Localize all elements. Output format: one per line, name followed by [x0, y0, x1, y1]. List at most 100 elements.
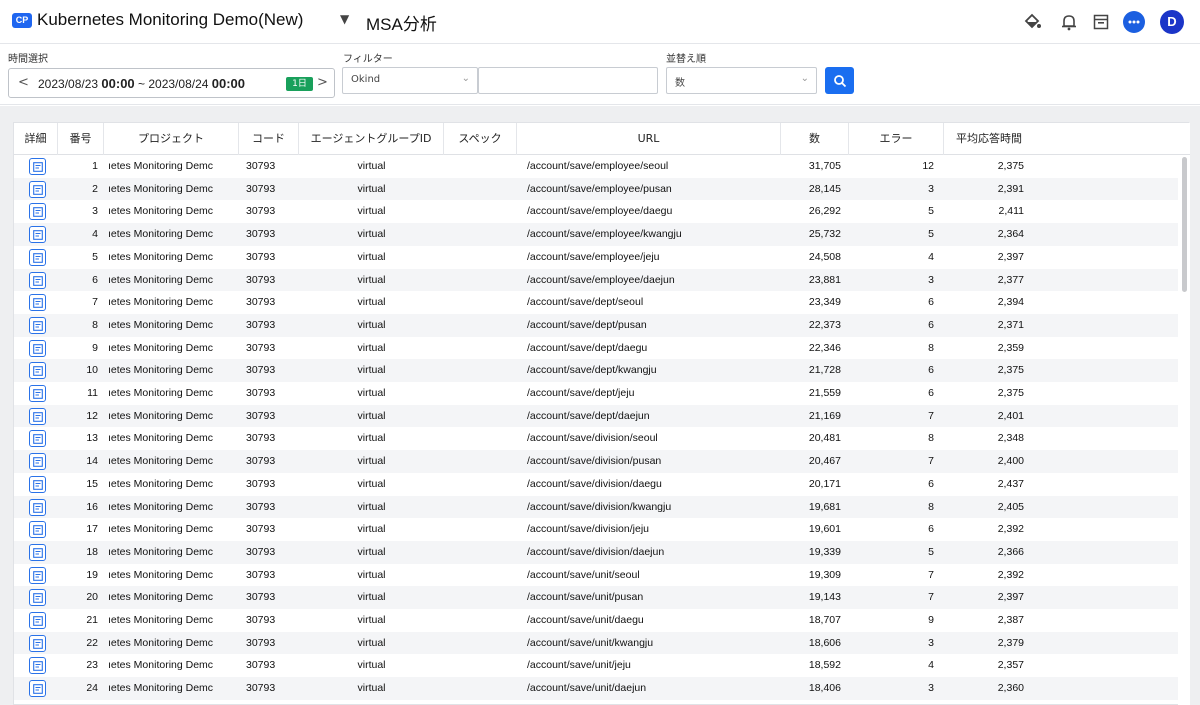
table-row[interactable]: 13 ıetes Monitoring Demc 30793 virtual/acco…	[14, 427, 1178, 450]
cell-project: ıetes Monitoring Demc	[108, 591, 214, 604]
detail-icon[interactable]	[29, 339, 46, 357]
cell-url: /account/save/dept/daejun	[527, 409, 650, 422]
cell-code: 30793	[246, 182, 276, 195]
table-row[interactable]: 3 ıetes Monitoring Demc 30793 virtual/accou…	[14, 200, 1178, 223]
calendar-icon[interactable]	[1087, 8, 1115, 36]
detail-icon[interactable]	[29, 180, 46, 198]
table-row[interactable]: 5 ıetes Monitoring Demc 30793 virtual/accou…	[14, 246, 1178, 269]
detail-icon[interactable]	[29, 248, 46, 266]
col-code[interactable]: コード	[239, 123, 299, 155]
table-row[interactable]: 11 ıetes Monitoring Demc 30793 virtual/acco…	[14, 382, 1178, 405]
detail-icon[interactable]	[29, 430, 46, 448]
table-row[interactable]: 23 ıetes Monitoring Demc 30793 virtual/acco…	[14, 654, 1178, 677]
col-project[interactable]: プロジェクト	[104, 123, 239, 155]
cell-url: /account/save/dept/seoul	[527, 296, 644, 309]
cell-code: 30793	[246, 364, 276, 377]
table-row[interactable]: 4 ıetes Monitoring Demc 30793 virtual/accou…	[14, 223, 1178, 246]
cell-count: 20,171	[808, 477, 841, 490]
time-range-badge[interactable]: 1日	[286, 77, 313, 91]
detail-icon[interactable]	[29, 385, 46, 402]
table-row[interactable]: 16 ıetes Monitoring Demc 30793 virtual/acco…	[14, 495, 1178, 519]
detail-icon[interactable]	[29, 316, 46, 334]
detail-icon[interactable]	[29, 203, 46, 221]
col-avg-response[interactable]: 平均応答時間	[944, 123, 1034, 155]
sort-select[interactable]: 数 ⌄	[666, 67, 817, 94]
chevron-right-icon[interactable]: >	[317, 75, 328, 90]
table-row[interactable]: 7 ıetes Monitoring Demc 30793 virtual/accou…	[14, 291, 1178, 314]
col-url[interactable]: URL	[517, 123, 781, 155]
cell-project: ıetes Monitoring Demc	[108, 568, 214, 581]
detail-icon[interactable]	[29, 407, 46, 425]
col-detail[interactable]: 詳細	[14, 123, 58, 155]
cell-avg-response: 2,364	[997, 228, 1024, 241]
table-row[interactable]: 10 ıetes Monitoring Demc 30793 virtual/acco…	[14, 359, 1178, 382]
detail-icon[interactable]	[29, 680, 46, 698]
cell-number: 17	[86, 523, 98, 536]
detail-icon[interactable]	[29, 226, 46, 244]
detail-icon[interactable]	[29, 475, 46, 493]
filter-input[interactable]	[478, 67, 658, 94]
cell-number: 21	[86, 614, 98, 626]
detail-icon[interactable]	[29, 158, 46, 175]
time-range-text[interactable]: 2023/08/23 00:00 ~ 2023/08/24 00:00	[38, 76, 245, 91]
col-errors[interactable]: エラー	[849, 123, 944, 155]
table-row[interactable]: 1 ıetes Monitoring Demc 30793 virtual/accou…	[14, 155, 1178, 178]
cell-count: 19,309	[808, 568, 841, 581]
table-row[interactable]: 9 ıetes Monitoring Demc 30793 virtual/accou…	[14, 337, 1178, 360]
vertical-scrollbar[interactable]	[1178, 155, 1190, 705]
cell-spec	[444, 246, 517, 269]
chat-icon[interactable]	[1120, 8, 1148, 36]
cell-errors: 4	[928, 659, 934, 672]
detail-icon[interactable]	[29, 498, 46, 516]
table-row[interactable]: 6 ıetes Monitoring Demc 30793 virtual/accou…	[14, 268, 1178, 292]
detail-icon[interactable]	[29, 612, 46, 629]
cell-spec	[444, 200, 517, 223]
cell-spec	[444, 223, 517, 246]
detail-icon[interactable]	[29, 657, 46, 675]
detail-icon[interactable]	[29, 453, 46, 471]
cell-avg-response: 2,377	[997, 273, 1024, 286]
search-button[interactable]	[825, 67, 854, 94]
avatar[interactable]: D	[1160, 10, 1184, 34]
time-range-picker[interactable]: < 2023/08/23 00:00 ~ 2023/08/24 00:00 1日…	[8, 68, 335, 98]
time-separator: ~	[138, 77, 146, 91]
cell-code: 30793	[246, 500, 276, 513]
table-row[interactable]: 15 ıetes Monitoring Demc 30793 virtual/acco…	[14, 473, 1178, 496]
cell-number: 7	[92, 296, 98, 309]
paint-bucket-icon[interactable]	[1018, 8, 1046, 36]
filter-kind-select[interactable]: Okind ⌄	[342, 67, 478, 94]
cell-errors: 5	[928, 545, 934, 558]
bell-icon[interactable]	[1055, 8, 1083, 36]
chevron-left-icon[interactable]: <	[18, 75, 29, 90]
detail-icon[interactable]	[29, 294, 46, 312]
table-row[interactable]: 21 ıetes Monitoring Demc 30793 virtual/acco…	[14, 609, 1178, 632]
detail-icon[interactable]	[29, 271, 46, 289]
table-row[interactable]: 24 ıetes Monitoring Demc 30793 virtual/acco…	[14, 677, 1178, 700]
cell-code: 30793	[246, 545, 276, 558]
cell-number: 6	[92, 273, 98, 286]
col-count[interactable]: 数	[781, 123, 849, 155]
col-agent-group[interactable]: エージェントグループID	[299, 123, 444, 155]
table-row[interactable]: 8 ıetes Monitoring Demc 30793 virtual/accou…	[14, 313, 1178, 337]
scrollbar-thumb[interactable]	[1182, 157, 1187, 292]
table-row[interactable]: 17 ıetes Monitoring Demc 30793 virtual/acco…	[14, 518, 1178, 541]
detail-icon[interactable]	[29, 566, 46, 584]
table-row[interactable]: 22 ıetes Monitoring Demc 30793 virtual/acco…	[14, 631, 1178, 655]
cell-count: 22,373	[808, 318, 841, 331]
table-row[interactable]: 20 ıetes Monitoring Demc 30793 virtual/acco…	[14, 586, 1178, 609]
cell-agent-group: virtual	[357, 682, 386, 695]
table-row[interactable]: 19 ıetes Monitoring Demc 30793 virtual/acco…	[14, 564, 1178, 587]
col-number[interactable]: 番号	[58, 123, 104, 155]
detail-icon[interactable]	[29, 362, 46, 380]
col-spec[interactable]: スペック	[444, 123, 517, 155]
table-row[interactable]: 12 ıetes Monitoring Demc 30793 virtual/acco…	[14, 404, 1178, 428]
project-selector[interactable]: Kubernetes Monitoring Demo(New)	[37, 10, 303, 30]
table-row[interactable]: 14 ıetes Monitoring Demc 30793 virtual/acco…	[14, 450, 1178, 473]
detail-icon[interactable]	[29, 521, 46, 539]
detail-icon[interactable]	[29, 634, 46, 652]
table-row[interactable]: 2 ıetes Monitoring Demc 30793 virtual/accou…	[14, 177, 1178, 201]
table-row[interactable]: 18 ıetes Monitoring Demc 30793 virtual/acco…	[14, 540, 1178, 564]
detail-icon[interactable]	[29, 589, 46, 607]
chevron-down-icon[interactable]: ▼	[340, 12, 349, 26]
detail-icon[interactable]	[29, 543, 46, 561]
